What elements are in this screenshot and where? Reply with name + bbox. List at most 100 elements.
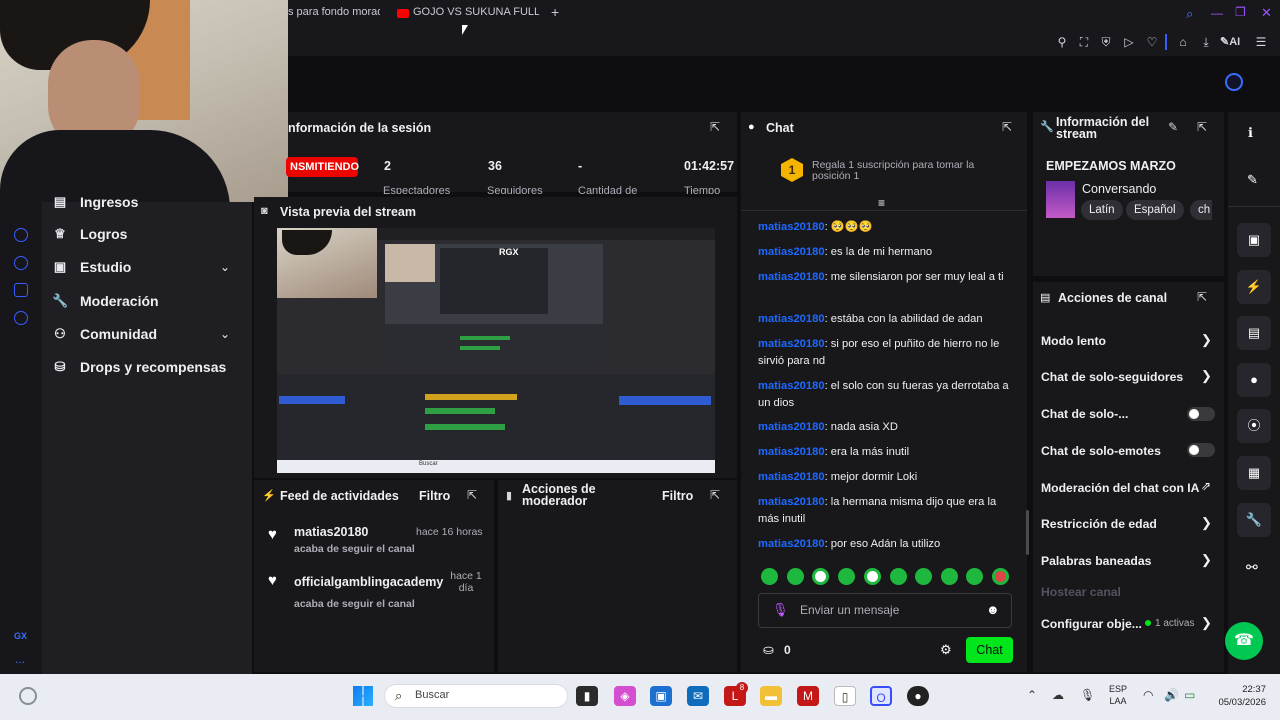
broadcast-icon[interactable]: ⦿ <box>1237 409 1271 443</box>
folder-icon[interactable]: ▬ <box>760 686 782 706</box>
cloud-icon[interactable]: ☁ <box>1052 688 1064 702</box>
chevron-right-icon[interactable]: ❯ <box>1201 515 1212 531</box>
chat-message[interactable]: matias20180: nada asia XD <box>758 419 1018 436</box>
ai-button[interactable]: ✎AI <box>1220 35 1240 48</box>
gift-sub-text[interactable]: Regala 1 suscripción para tomar la posic… <box>812 160 1012 182</box>
gear-icon[interactable]: ⚙ <box>940 642 952 658</box>
tag-chip[interactable]: Latín <box>1081 200 1123 220</box>
heart-icon[interactable]: ♡ <box>1144 34 1160 50</box>
chat-username[interactable]: matias20180 <box>758 246 825 258</box>
subs-only-toggle[interactable] <box>1187 407 1215 421</box>
chat-message[interactable]: matias20180: era la más inutil <box>758 444 1018 461</box>
share-icon[interactable]: ⚯ <box>1246 559 1258 576</box>
action-followers-only[interactable]: Chat de solo-seguidores <box>1041 370 1183 384</box>
layout-icon[interactable]: ▦ <box>1237 456 1271 490</box>
microphone-icon[interactable]: 🎙 <box>1080 688 1095 702</box>
play-icon[interactable]: ▷ <box>1121 34 1137 50</box>
sidebar-item-ingresos[interactable]: ▤ Ingresos <box>52 194 139 210</box>
puzzle-icon[interactable] <box>14 283 28 297</box>
emotes-only-toggle[interactable] <box>1187 443 1215 457</box>
action-ai-moderation[interactable]: Moderación del chat con IA <box>1041 481 1199 495</box>
popout-icon[interactable]: ⇱ <box>710 120 720 134</box>
emote[interactable] <box>812 568 829 585</box>
info-icon[interactable]: ℹ <box>1248 125 1253 141</box>
collapse-icon[interactable]: ≡ <box>878 196 885 210</box>
chevron-up-icon[interactable]: ⌃ <box>1027 688 1037 702</box>
feed-filter-button[interactable]: Filtro <box>419 489 450 503</box>
emote[interactable] <box>890 568 907 585</box>
chat-message[interactable]: matias20180: la hermana misma dijo que e… <box>758 494 1018 527</box>
category-thumbnail[interactable] <box>1046 181 1075 218</box>
chat-username[interactable]: matias20180 <box>758 338 825 350</box>
close-icon[interactable]: ✕ <box>1261 5 1272 21</box>
clock[interactable]: 22:37 05/03/2026 <box>1206 683 1266 709</box>
mic-icon[interactable]: 🎙 <box>772 602 789 618</box>
chat-send-button[interactable]: Chat <box>966 637 1013 663</box>
emote[interactable] <box>941 568 958 585</box>
chat-username[interactable]: matias20180 <box>758 313 825 325</box>
copilot-icon[interactable]: ◈ <box>614 686 636 706</box>
browser-tab[interactable]: s para fondo morado <box>288 6 380 18</box>
extension-icon[interactable] <box>14 228 28 242</box>
widgets-icon[interactable] <box>19 687 37 705</box>
settings-icon[interactable] <box>14 311 28 325</box>
obs-icon[interactable]: ● <box>907 686 929 706</box>
outlook-icon[interactable]: ✉ <box>687 686 709 706</box>
sidebar-item-moderacion[interactable]: 🔧 Moderación <box>52 293 159 309</box>
emote[interactable] <box>761 568 778 585</box>
popout-icon[interactable]: ⇱ <box>1002 120 1012 134</box>
stream-category[interactable]: Conversando <box>1082 182 1156 196</box>
points-icon[interactable]: ⛀ <box>763 642 774 658</box>
chat-message[interactable]: matias20180: 🥺🥺🥺 <box>758 219 1018 236</box>
search-icon[interactable]: ⌕ <box>1186 6 1193 22</box>
maximize-icon[interactable]: ❐ <box>1235 5 1246 19</box>
chevron-down-icon[interactable]: ⌄ <box>220 327 230 341</box>
taskview-icon[interactable]: ▮ <box>576 686 598 706</box>
feed-user[interactable]: officialgamblingacademy <box>294 575 443 589</box>
action-slow-mode[interactable]: Modo lento <box>1041 334 1106 348</box>
emote[interactable] <box>915 568 932 585</box>
chat-scrollbar[interactable] <box>1026 510 1029 555</box>
bolt-icon[interactable]: ⚡ <box>1237 270 1271 304</box>
language-indicator[interactable]: ESP LAA <box>1109 683 1127 707</box>
screenshot-icon[interactable]: ⛶ <box>1076 34 1092 50</box>
chevron-right-icon[interactable]: ❯ <box>1201 552 1212 568</box>
minimize-icon[interactable]: — <box>1211 6 1223 20</box>
menu-icon[interactable]: ☰ <box>1253 34 1269 50</box>
emote[interactable] <box>992 568 1009 585</box>
chat-icon[interactable]: ● <box>1237 363 1271 397</box>
external-link-icon[interactable]: ⇗ <box>1201 479 1211 493</box>
chevron-right-icon[interactable]: ❯ <box>1201 615 1212 631</box>
sidebar-item-comunidad[interactable]: ⚇ Comunidad <box>52 326 157 342</box>
action-age-restriction[interactable]: Restricción de edad <box>1041 517 1157 531</box>
wrench-icon[interactable]: 🔧 <box>1237 503 1271 537</box>
chat-message[interactable]: matias20180: es la de mi hermano <box>758 244 1018 261</box>
chat-username[interactable]: matias20180 <box>758 471 825 483</box>
pencil-icon[interactable]: ✎ <box>1247 172 1258 188</box>
action-banned-words[interactable]: Palabras baneadas <box>1041 554 1151 568</box>
sidebar-item-estudio[interactable]: ▣ Estudio <box>52 259 132 275</box>
mcafee-icon[interactable]: M <box>797 686 819 706</box>
chat-username[interactable]: matias20180 <box>758 538 825 550</box>
emote[interactable] <box>966 568 983 585</box>
support-icon[interactable]: ☎ <box>1225 622 1263 660</box>
pin-icon[interactable]: ⚲ <box>1054 34 1070 50</box>
stream-preview-video[interactable]: RGX Buscar <box>277 228 715 473</box>
chat-message[interactable]: matias20180: si por eso el puñito de hie… <box>758 336 1018 369</box>
shield-icon[interactable]: ⛨ <box>1098 34 1114 50</box>
popout-icon[interactable]: ⇱ <box>1197 290 1207 304</box>
opera-gx-icon[interactable]: O <box>870 686 892 706</box>
popout-icon[interactable]: ⇱ <box>1197 120 1207 134</box>
emote[interactable] <box>787 568 804 585</box>
note-icon[interactable]: ▤ <box>1237 316 1271 350</box>
feed-user[interactable]: matias20180 <box>294 525 368 539</box>
emoji-icon[interactable]: ☻ <box>986 602 1000 617</box>
notepad-icon[interactable]: ▯ <box>834 686 856 706</box>
chat-message[interactable]: matias20180: el solo con su fueras ya de… <box>758 378 1018 411</box>
chat-message[interactable]: matias20180: mejor dormir Loki <box>758 469 1018 486</box>
popout-icon[interactable]: ⇱ <box>710 488 720 502</box>
wallet-icon[interactable]: ⌂ <box>1175 34 1191 50</box>
sidebar-item-drops[interactable]: ⛁ Drops y recompensas <box>52 359 227 375</box>
tag-chip[interactable]: ch <box>1190 200 1212 220</box>
chevron-right-icon[interactable]: ❯ <box>1201 368 1212 384</box>
